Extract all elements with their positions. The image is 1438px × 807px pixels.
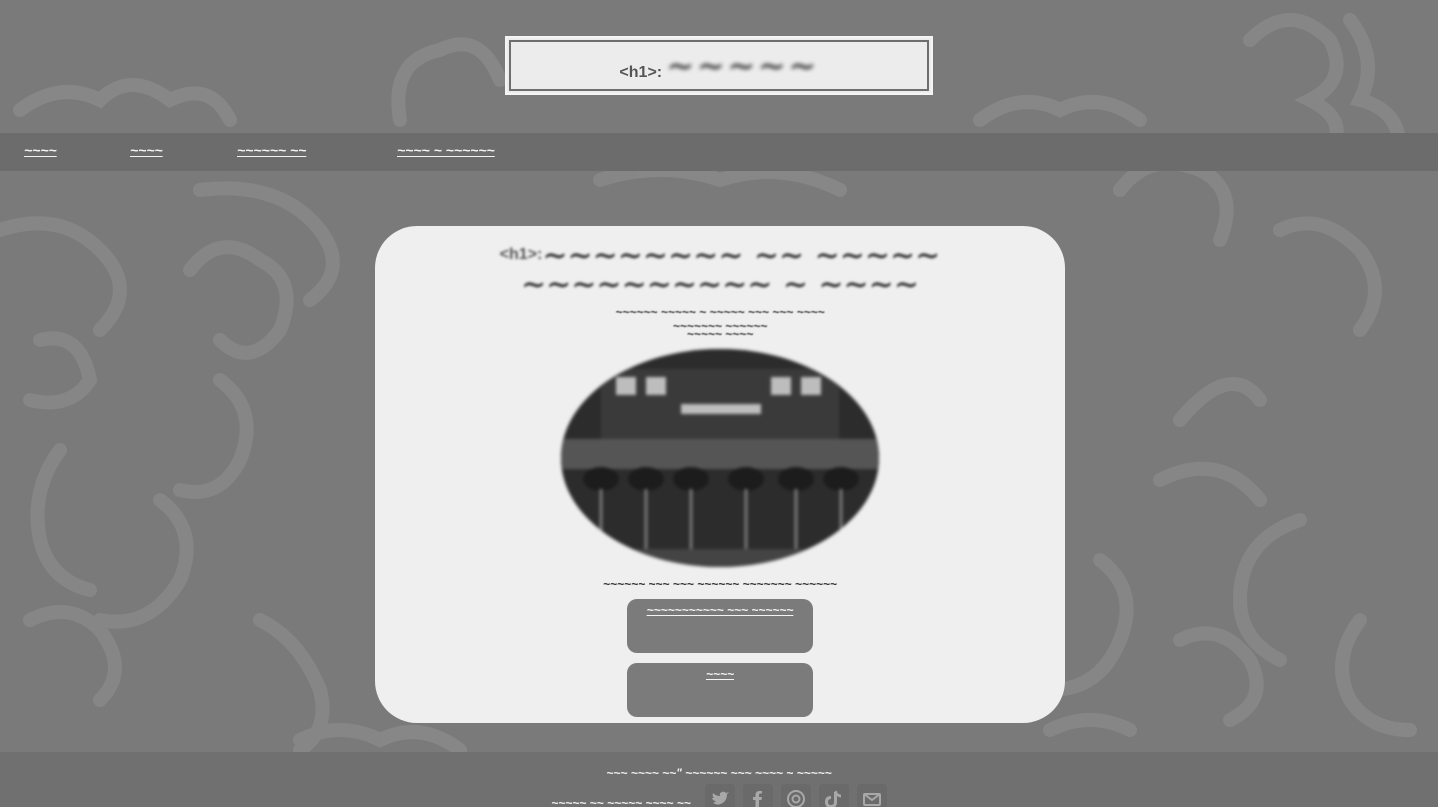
card-subtitle-line: ~~~~~~ ~~~~~ ~ ~~~~~ ~~~ ~~~ ~~~~ [615, 305, 825, 319]
h1-tag-label: <h1>: [619, 63, 663, 81]
nav-link-about[interactable]: ~~~~~~ ~~ [237, 142, 306, 158]
email-icon[interactable] [856, 784, 887, 807]
nav-link-shop[interactable]: ~~~~ [130, 142, 163, 158]
featured-card: <h1>:~~~~~~~~ ~~ ~~~~~ ~~~~~~~~~~ ~ ~~~~… [375, 226, 1065, 723]
h1-tag-label: <h1>: [499, 246, 543, 263]
main-navbar: ~~~~ ~~~~ ~~~~~~ ~~ ~~~~ ~ ~~~~~~ [0, 133, 1438, 171]
featured-image [561, 349, 879, 567]
image-caption: ~~~~~~ ~~~ ~~~ ~~~~~~ ~~~~~~~ ~~~~~~ [603, 577, 837, 591]
card-subtitle: ~~~~~~ ~~~~~ ~ ~~~~~ ~~~ ~~~ ~~~~ ~~~~~~… [395, 305, 1045, 341]
twitter-icon[interactable] [704, 784, 735, 807]
nav-link-home[interactable]: ~~~~ [24, 142, 57, 158]
instagram-icon[interactable] [780, 784, 811, 807]
card-subtitle-line: ~~~~~ ~~~~ [686, 327, 754, 341]
site-header-box: <h1>: ~~~~~ [505, 36, 933, 95]
primary-cta-button[interactable]: ~~~~~~~~~~~ ~~~ ~~~~~~ [627, 599, 813, 653]
facebook-icon[interactable] [742, 784, 773, 807]
site-title: ~~~~~ [666, 45, 819, 86]
card-title-text: ~~~~~~~~ ~~ ~~~~~ ~~~~~~~~~~ ~ ~~~~ [521, 238, 941, 302]
footer-follow-text: ~~~~~ ~~ ~~~~~ ~~~~ ~~ [551, 796, 691, 807]
secondary-cta-button[interactable]: ~~~~ [627, 663, 813, 717]
footer-social-row: ~~~~~ ~~ ~~~~~ ~~~~ ~~ [0, 784, 1438, 807]
card-title: <h1>:~~~~~~~~ ~~ ~~~~~ ~~~~~~~~~~ ~ ~~~~ [395, 238, 1045, 302]
tiktok-icon[interactable] [818, 784, 849, 807]
footer-copyright: ~~~ ~~~~ ~~" ~~~~~~ ~~~ ~~~~ ~ ~~~~~ [606, 766, 832, 780]
site-footer: ~~~ ~~~~ ~~" ~~~~~~ ~~~ ~~~~ ~ ~~~~~ ~~~… [0, 752, 1438, 807]
nav-link-contact[interactable]: ~~~~ ~ ~~~~~~ [397, 142, 495, 158]
